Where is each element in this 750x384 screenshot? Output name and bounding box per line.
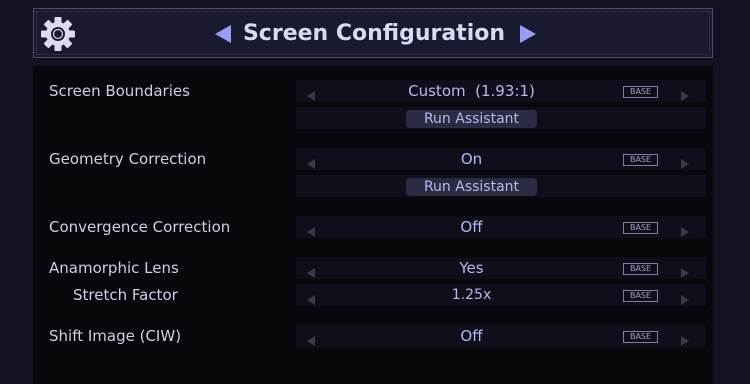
setting-value-anamorphic-lens[interactable]: Yes [323,257,620,279]
run-assistant-button[interactable]: Run Assistant [406,110,537,128]
setting-value-screen-boundaries[interactable]: Custom (1.93:1) [323,80,620,102]
header-bar: Screen Configuration [33,8,713,58]
triangle-left-icon [307,154,315,169]
setting-value-convergence-correction[interactable]: Off [323,216,620,238]
triangle-right-icon [681,154,689,169]
settings-panel: Screen Boundaries Custom (1.93:1) BASE R… [33,66,713,384]
setting-label-geometry-correction: Geometry Correction [49,150,207,168]
triangle-right-icon [681,290,689,305]
setting-label-screen-boundaries: Screen Boundaries [49,82,190,100]
triangle-right-icon [681,331,689,346]
triangle-left-icon[interactable] [210,21,236,47]
triangle-left-icon [307,222,315,237]
page-title: Screen Configuration [242,21,506,46]
triangle-right-icon [681,263,689,278]
base-badge: BASE [623,222,658,234]
gear-icon[interactable] [39,15,77,53]
triangle-right-icon [681,222,689,237]
setting-value-stretch-factor[interactable]: 1.25x [323,284,620,306]
setting-value-shift-image[interactable]: Off [323,325,620,347]
base-badge: BASE [623,331,658,343]
setting-value-geometry-correction[interactable]: On [323,148,620,170]
triangle-left-icon [307,331,315,346]
base-badge: BASE [623,290,658,302]
triangle-right-icon[interactable] [515,21,541,47]
base-badge: BASE [623,263,658,275]
setting-label-shift-image: Shift Image (CIW) [49,327,182,345]
setting-label-stretch-factor: Stretch Factor [73,286,178,304]
triangle-left-icon [307,290,315,305]
setting-label-convergence-correction: Convergence Correction [49,218,231,236]
base-badge: BASE [623,154,658,166]
run-assistant-button[interactable]: Run Assistant [406,178,537,196]
triangle-left-icon [307,86,315,101]
setting-label-anamorphic-lens: Anamorphic Lens [49,259,179,277]
triangle-right-icon [681,86,689,101]
base-badge: BASE [623,86,658,98]
triangle-left-icon [307,263,315,278]
